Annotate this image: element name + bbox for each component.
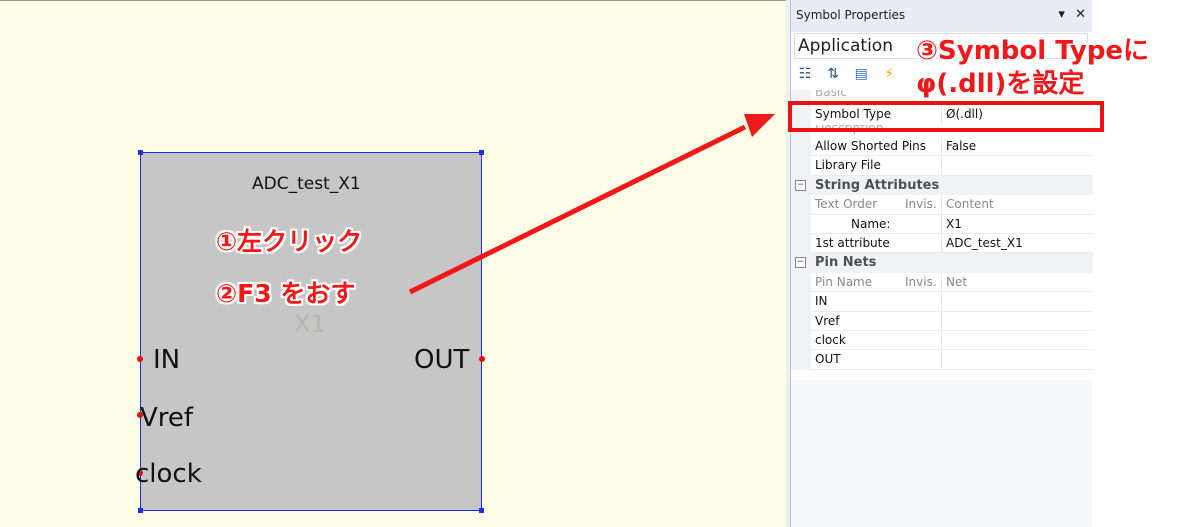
category-label: Pin Nets bbox=[815, 255, 877, 271]
property-name: Library File bbox=[815, 158, 881, 173]
string-attribute-row[interactable]: Name: X1 bbox=[791, 214, 1093, 234]
property-grid-empty-area bbox=[791, 380, 1092, 527]
pin-label-clock: clock bbox=[135, 459, 202, 489]
property-toolbar: ☷ ⇅ ▤ ⚡ bbox=[796, 63, 903, 89]
column-header: Content bbox=[946, 197, 994, 212]
pin-name: OUT bbox=[815, 352, 841, 367]
property-name: Name: bbox=[851, 216, 891, 231]
panel-title-bar: Symbol Properties ▾ ✕ bbox=[791, 0, 1092, 32]
pin-net-row[interactable]: Vref bbox=[791, 311, 1093, 331]
annotation-step3-line1: ③Symbol Typeに bbox=[916, 36, 1150, 66]
sort-alpha-icon[interactable]: ⇅ bbox=[824, 65, 842, 83]
annotation-step1: ①左クリック bbox=[216, 227, 363, 256]
string-attribute-row[interactable]: 1st attribute ADC_test_X1 bbox=[791, 233, 1093, 254]
pin-label-out: OUT bbox=[414, 345, 470, 375]
pin-name: Vref bbox=[815, 313, 840, 328]
column-header: Pin Name bbox=[815, 274, 873, 289]
events-icon[interactable]: ⚡ bbox=[880, 65, 898, 83]
symbol-name-label: ADC_test_X1 bbox=[252, 174, 361, 194]
close-icon[interactable]: ✕ bbox=[1075, 7, 1086, 22]
symbol-ref-label: X1 bbox=[294, 310, 326, 338]
categorized-icon[interactable]: ☷ bbox=[796, 65, 814, 83]
category-string-attributes[interactable]: − String Attributes bbox=[791, 175, 1093, 196]
annotation-step3-line2: φ(.dll)を設定 bbox=[916, 69, 1085, 99]
pin-name: clock bbox=[815, 332, 846, 347]
column-header: Invis. bbox=[905, 197, 937, 212]
pin-nets-header: Pin Name Invis. Net bbox=[791, 272, 1093, 293]
pin-dot-out[interactable] bbox=[479, 356, 485, 362]
property-value[interactable]: ADC_test_X1 bbox=[946, 236, 1023, 250]
panel-title: Symbol Properties bbox=[796, 8, 906, 22]
pin-label-in: IN bbox=[153, 345, 181, 375]
pin-net-row[interactable]: IN bbox=[791, 292, 1093, 312]
symbol-corner-handle[interactable] bbox=[479, 150, 484, 155]
dropdown-icon[interactable]: ▾ bbox=[1058, 7, 1065, 22]
collapse-icon[interactable]: − bbox=[795, 257, 806, 269]
property-name: 1st attribute bbox=[815, 235, 890, 250]
collapse-icon[interactable]: − bbox=[795, 179, 806, 191]
property-row-allow-shorted-pins[interactable]: Allow Shorted Pins False bbox=[791, 137, 1093, 157]
symbol-corner-handle[interactable] bbox=[138, 150, 143, 155]
property-row-library-file[interactable]: Library File bbox=[791, 156, 1093, 176]
column-header: Text Order bbox=[815, 197, 878, 212]
pin-dot-in[interactable] bbox=[137, 356, 143, 362]
category-pin-nets[interactable]: − Pin Nets bbox=[791, 253, 1093, 273]
symbol-corner-handle[interactable] bbox=[479, 508, 484, 513]
property-value[interactable]: X1 bbox=[946, 217, 962, 231]
property-pages-icon[interactable]: ▤ bbox=[852, 65, 870, 83]
pin-name: IN bbox=[815, 294, 828, 309]
object-selector-value: Application bbox=[798, 36, 893, 56]
string-attributes-header: Text Order Invis. Content bbox=[791, 195, 1093, 215]
pin-net-row[interactable]: clock bbox=[791, 330, 1093, 351]
annotation-highlight-box bbox=[788, 101, 1104, 132]
column-header: Net bbox=[946, 274, 968, 289]
annotation-step2: ②F3 をおす bbox=[216, 279, 356, 308]
column-header: Invis. bbox=[905, 274, 937, 289]
property-value[interactable]: False bbox=[946, 139, 976, 153]
property-name: Allow Shorted Pins bbox=[815, 139, 927, 153]
category-label: String Attributes bbox=[815, 177, 940, 193]
property-name: Basic bbox=[815, 90, 847, 99]
pin-label-vref: Vref bbox=[140, 403, 194, 433]
pin-net-row[interactable]: OUT bbox=[791, 350, 1093, 370]
symbol-corner-handle[interactable] bbox=[138, 508, 143, 513]
